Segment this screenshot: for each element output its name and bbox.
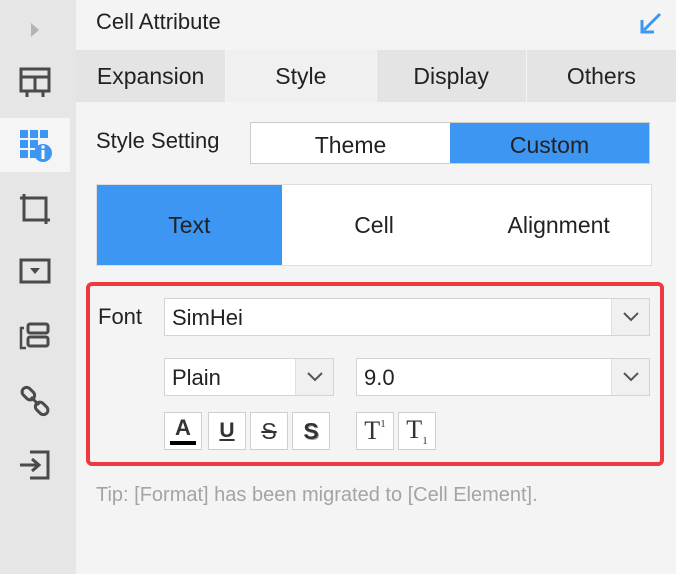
font-size-value: 9.0 bbox=[364, 365, 395, 390]
panel-title: Cell Attribute bbox=[96, 9, 221, 34]
font-color-button[interactable]: A bbox=[164, 412, 202, 450]
superscript-icon: T1 bbox=[364, 416, 386, 445]
shadow-button[interactable]: S bbox=[292, 412, 330, 450]
style-subtabs: Text Cell Alignment bbox=[96, 184, 652, 266]
superscript-button[interactable]: T1 bbox=[356, 412, 394, 450]
cell-attribute-panel: Cell Attribute Expansion Style Display O… bbox=[76, 0, 676, 574]
tab-expansion[interactable]: Expansion bbox=[76, 50, 227, 102]
custom-option[interactable]: Custom bbox=[450, 123, 649, 163]
font-family-value: SimHei bbox=[172, 305, 243, 330]
cell-attribute-icon[interactable] bbox=[0, 118, 70, 172]
underline-button[interactable]: U bbox=[208, 412, 246, 450]
tab-others[interactable]: Others bbox=[526, 50, 676, 102]
font-family-select[interactable]: SimHei bbox=[164, 298, 650, 336]
subtab-alignment[interactable]: Alignment bbox=[466, 185, 651, 265]
migration-tip: Tip: [Format] has been migrated to [Cell… bbox=[96, 484, 538, 506]
left-sidebar bbox=[0, 0, 76, 574]
panel-header: Cell Attribute bbox=[76, 0, 676, 46]
widget-settings-icon[interactable] bbox=[0, 244, 70, 298]
strikethrough-icon: S bbox=[261, 417, 277, 444]
shadow-icon: S bbox=[303, 417, 319, 444]
chevron-down-icon bbox=[295, 359, 333, 395]
tab-style[interactable]: Style bbox=[226, 50, 377, 102]
theme-option[interactable]: Theme bbox=[251, 123, 450, 163]
tab-display[interactable]: Display bbox=[376, 50, 527, 102]
chevron-down-icon bbox=[611, 359, 649, 395]
app-root: Cell Attribute Expansion Style Display O… bbox=[0, 0, 676, 574]
cell-element-icon[interactable] bbox=[0, 56, 70, 110]
hyperlink-icon[interactable] bbox=[0, 374, 70, 428]
underline-icon: U bbox=[219, 419, 235, 442]
float-element-icon[interactable] bbox=[0, 182, 70, 236]
attribute-tabs: Expansion Style Display Others bbox=[76, 50, 676, 102]
font-color-icon: A bbox=[175, 415, 191, 440]
collapse-arrow-icon[interactable] bbox=[636, 8, 666, 38]
style-setting-row: Style Setting Theme Custom bbox=[96, 122, 656, 166]
font-settings-highlight: Font SimHei Plain 9.0 A U S S T1 T1 bbox=[86, 282, 664, 466]
subtab-text[interactable]: Text bbox=[97, 185, 282, 265]
subscript-button[interactable]: T1 bbox=[398, 412, 436, 450]
font-label: Font bbox=[98, 304, 143, 329]
condition-attribute-icon[interactable] bbox=[0, 310, 70, 364]
style-setting-toggle: Theme Custom bbox=[250, 122, 650, 164]
chevron-down-icon bbox=[611, 299, 649, 335]
strikethrough-button[interactable]: S bbox=[250, 412, 288, 450]
font-style-select[interactable]: Plain bbox=[164, 358, 334, 396]
subtab-cell[interactable]: Cell bbox=[282, 185, 467, 265]
font-size-select[interactable]: 9.0 bbox=[356, 358, 650, 396]
expand-arrow-icon[interactable] bbox=[0, 4, 70, 56]
style-setting-label: Style Setting bbox=[96, 128, 220, 153]
import-icon[interactable] bbox=[0, 438, 70, 492]
subscript-icon: T1 bbox=[406, 414, 428, 448]
font-style-value: Plain bbox=[172, 365, 221, 390]
